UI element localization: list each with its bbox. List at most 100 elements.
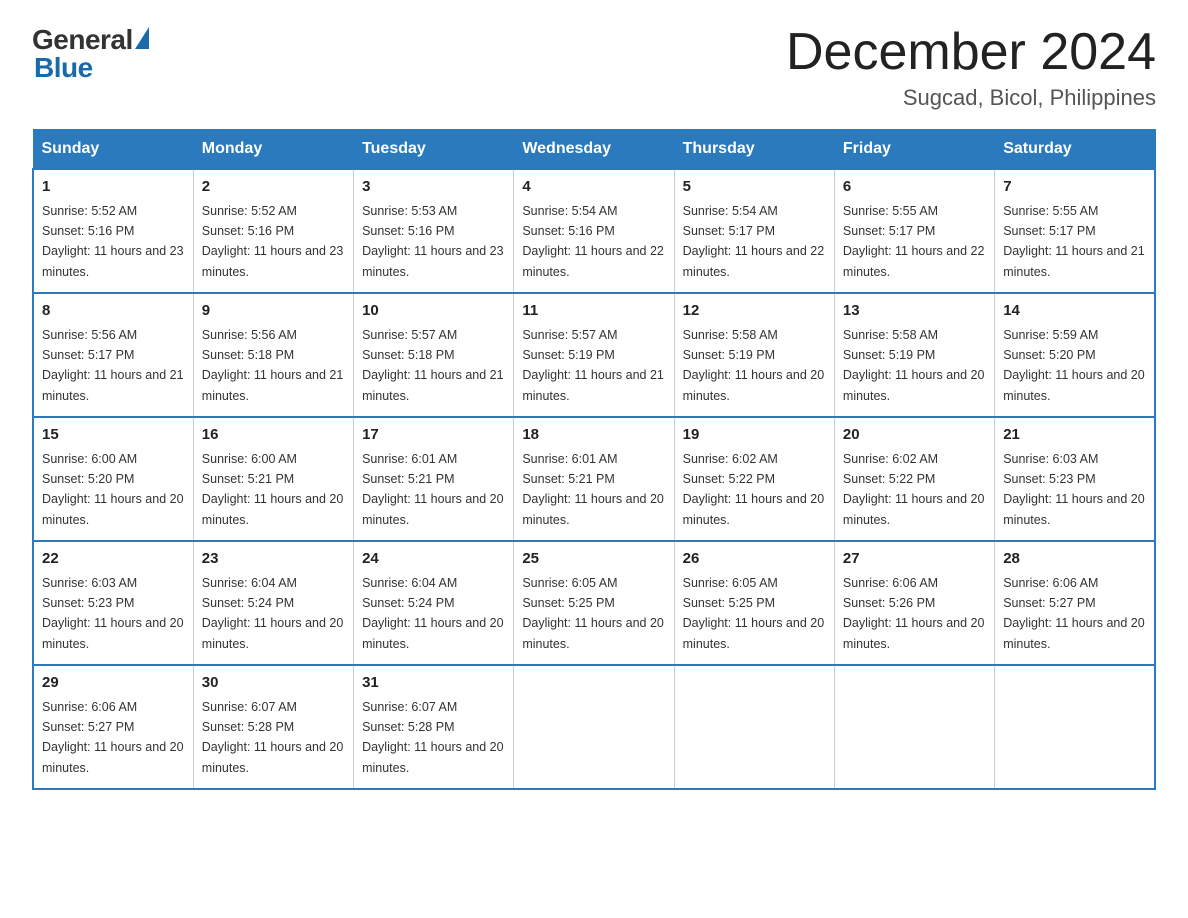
calendar-cell: 9 Sunrise: 5:56 AMSunset: 5:18 PMDayligh… — [193, 293, 353, 417]
day-number: 3 — [362, 176, 505, 199]
day-info: Sunrise: 6:04 AMSunset: 5:24 PMDaylight:… — [362, 576, 504, 651]
day-info: Sunrise: 5:58 AMSunset: 5:19 PMDaylight:… — [683, 328, 825, 403]
calendar-cell — [674, 665, 834, 789]
day-number: 7 — [1003, 176, 1146, 199]
calendar-cell: 27 Sunrise: 6:06 AMSunset: 5:26 PMDaylig… — [834, 541, 994, 665]
day-info: Sunrise: 6:02 AMSunset: 5:22 PMDaylight:… — [843, 452, 985, 527]
day-number: 10 — [362, 300, 505, 323]
day-info: Sunrise: 6:01 AMSunset: 5:21 PMDaylight:… — [362, 452, 504, 527]
day-info: Sunrise: 5:57 AMSunset: 5:18 PMDaylight:… — [362, 328, 504, 403]
calendar-cell: 10 Sunrise: 5:57 AMSunset: 5:18 PMDaylig… — [354, 293, 514, 417]
calendar-subtitle: Sugcad, Bicol, Philippines — [786, 85, 1156, 111]
day-info: Sunrise: 6:00 AMSunset: 5:20 PMDaylight:… — [42, 452, 184, 527]
calendar-body: 1 Sunrise: 5:52 AMSunset: 5:16 PMDayligh… — [33, 169, 1155, 789]
day-number: 13 — [843, 300, 986, 323]
day-info: Sunrise: 5:53 AMSunset: 5:16 PMDaylight:… — [362, 204, 504, 279]
calendar-cell: 29 Sunrise: 6:06 AMSunset: 5:27 PMDaylig… — [33, 665, 193, 789]
day-info: Sunrise: 6:05 AMSunset: 5:25 PMDaylight:… — [683, 576, 825, 651]
calendar-cell: 12 Sunrise: 5:58 AMSunset: 5:19 PMDaylig… — [674, 293, 834, 417]
day-number: 29 — [42, 672, 185, 695]
calendar-cell: 30 Sunrise: 6:07 AMSunset: 5:28 PMDaylig… — [193, 665, 353, 789]
day-number: 15 — [42, 424, 185, 447]
page-header: General Blue December 2024 Sugcad, Bicol… — [32, 24, 1156, 111]
calendar-cell: 20 Sunrise: 6:02 AMSunset: 5:22 PMDaylig… — [834, 417, 994, 541]
day-number: 19 — [683, 424, 826, 447]
day-info: Sunrise: 5:59 AMSunset: 5:20 PMDaylight:… — [1003, 328, 1145, 403]
day-number: 23 — [202, 548, 345, 571]
calendar-cell: 7 Sunrise: 5:55 AMSunset: 5:17 PMDayligh… — [995, 169, 1155, 293]
calendar-cell — [995, 665, 1155, 789]
calendar-title: December 2024 — [786, 24, 1156, 81]
day-number: 30 — [202, 672, 345, 695]
day-info: Sunrise: 6:06 AMSunset: 5:26 PMDaylight:… — [843, 576, 985, 651]
header-day-friday: Friday — [834, 130, 994, 170]
header-day-saturday: Saturday — [995, 130, 1155, 170]
day-info: Sunrise: 6:03 AMSunset: 5:23 PMDaylight:… — [1003, 452, 1145, 527]
day-number: 27 — [843, 548, 986, 571]
calendar-cell: 26 Sunrise: 6:05 AMSunset: 5:25 PMDaylig… — [674, 541, 834, 665]
day-info: Sunrise: 5:58 AMSunset: 5:19 PMDaylight:… — [843, 328, 985, 403]
day-info: Sunrise: 6:07 AMSunset: 5:28 PMDaylight:… — [362, 700, 504, 775]
day-number: 5 — [683, 176, 826, 199]
logo-blue-text: Blue — [34, 52, 93, 84]
calendar-cell: 8 Sunrise: 5:56 AMSunset: 5:17 PMDayligh… — [33, 293, 193, 417]
day-number: 18 — [522, 424, 665, 447]
day-number: 31 — [362, 672, 505, 695]
calendar-week-3: 15 Sunrise: 6:00 AMSunset: 5:20 PMDaylig… — [33, 417, 1155, 541]
day-info: Sunrise: 6:05 AMSunset: 5:25 PMDaylight:… — [522, 576, 664, 651]
day-number: 25 — [522, 548, 665, 571]
calendar-cell: 6 Sunrise: 5:55 AMSunset: 5:17 PMDayligh… — [834, 169, 994, 293]
day-info: Sunrise: 6:03 AMSunset: 5:23 PMDaylight:… — [42, 576, 184, 651]
calendar-cell: 28 Sunrise: 6:06 AMSunset: 5:27 PMDaylig… — [995, 541, 1155, 665]
calendar-cell: 25 Sunrise: 6:05 AMSunset: 5:25 PMDaylig… — [514, 541, 674, 665]
calendar-week-2: 8 Sunrise: 5:56 AMSunset: 5:17 PMDayligh… — [33, 293, 1155, 417]
calendar-cell: 24 Sunrise: 6:04 AMSunset: 5:24 PMDaylig… — [354, 541, 514, 665]
day-info: Sunrise: 6:00 AMSunset: 5:21 PMDaylight:… — [202, 452, 344, 527]
calendar-cell: 5 Sunrise: 5:54 AMSunset: 5:17 PMDayligh… — [674, 169, 834, 293]
day-info: Sunrise: 5:52 AMSunset: 5:16 PMDaylight:… — [42, 204, 184, 279]
calendar-cell — [514, 665, 674, 789]
day-info: Sunrise: 5:52 AMSunset: 5:16 PMDaylight:… — [202, 204, 344, 279]
calendar-cell: 15 Sunrise: 6:00 AMSunset: 5:20 PMDaylig… — [33, 417, 193, 541]
day-number: 22 — [42, 548, 185, 571]
calendar-week-4: 22 Sunrise: 6:03 AMSunset: 5:23 PMDaylig… — [33, 541, 1155, 665]
day-number: 28 — [1003, 548, 1146, 571]
day-number: 12 — [683, 300, 826, 323]
day-number: 11 — [522, 300, 665, 323]
calendar-header: SundayMondayTuesdayWednesdayThursdayFrid… — [33, 130, 1155, 170]
header-row: SundayMondayTuesdayWednesdayThursdayFrid… — [33, 130, 1155, 170]
calendar-cell: 16 Sunrise: 6:00 AMSunset: 5:21 PMDaylig… — [193, 417, 353, 541]
day-info: Sunrise: 6:02 AMSunset: 5:22 PMDaylight:… — [683, 452, 825, 527]
header-day-monday: Monday — [193, 130, 353, 170]
day-info: Sunrise: 6:06 AMSunset: 5:27 PMDaylight:… — [42, 700, 184, 775]
calendar-cell: 21 Sunrise: 6:03 AMSunset: 5:23 PMDaylig… — [995, 417, 1155, 541]
header-day-tuesday: Tuesday — [354, 130, 514, 170]
day-info: Sunrise: 6:01 AMSunset: 5:21 PMDaylight:… — [522, 452, 664, 527]
calendar-cell: 31 Sunrise: 6:07 AMSunset: 5:28 PMDaylig… — [354, 665, 514, 789]
day-info: Sunrise: 6:06 AMSunset: 5:27 PMDaylight:… — [1003, 576, 1145, 651]
header-day-sunday: Sunday — [33, 130, 193, 170]
calendar-cell — [834, 665, 994, 789]
calendar-cell: 2 Sunrise: 5:52 AMSunset: 5:16 PMDayligh… — [193, 169, 353, 293]
calendar-cell: 18 Sunrise: 6:01 AMSunset: 5:21 PMDaylig… — [514, 417, 674, 541]
day-number: 2 — [202, 176, 345, 199]
day-number: 6 — [843, 176, 986, 199]
day-number: 14 — [1003, 300, 1146, 323]
calendar-cell: 17 Sunrise: 6:01 AMSunset: 5:21 PMDaylig… — [354, 417, 514, 541]
day-number: 17 — [362, 424, 505, 447]
day-info: Sunrise: 6:07 AMSunset: 5:28 PMDaylight:… — [202, 700, 344, 775]
title-section: December 2024 Sugcad, Bicol, Philippines — [786, 24, 1156, 111]
day-info: Sunrise: 5:55 AMSunset: 5:17 PMDaylight:… — [843, 204, 985, 279]
calendar-cell: 19 Sunrise: 6:02 AMSunset: 5:22 PMDaylig… — [674, 417, 834, 541]
day-info: Sunrise: 5:54 AMSunset: 5:16 PMDaylight:… — [522, 204, 664, 279]
day-info: Sunrise: 5:54 AMSunset: 5:17 PMDaylight:… — [683, 204, 825, 279]
calendar-week-1: 1 Sunrise: 5:52 AMSunset: 5:16 PMDayligh… — [33, 169, 1155, 293]
calendar-cell: 14 Sunrise: 5:59 AMSunset: 5:20 PMDaylig… — [995, 293, 1155, 417]
logo-triangle-icon — [135, 27, 149, 49]
day-number: 26 — [683, 548, 826, 571]
day-number: 21 — [1003, 424, 1146, 447]
calendar-cell: 23 Sunrise: 6:04 AMSunset: 5:24 PMDaylig… — [193, 541, 353, 665]
calendar-cell: 22 Sunrise: 6:03 AMSunset: 5:23 PMDaylig… — [33, 541, 193, 665]
calendar-cell: 11 Sunrise: 5:57 AMSunset: 5:19 PMDaylig… — [514, 293, 674, 417]
header-day-thursday: Thursday — [674, 130, 834, 170]
